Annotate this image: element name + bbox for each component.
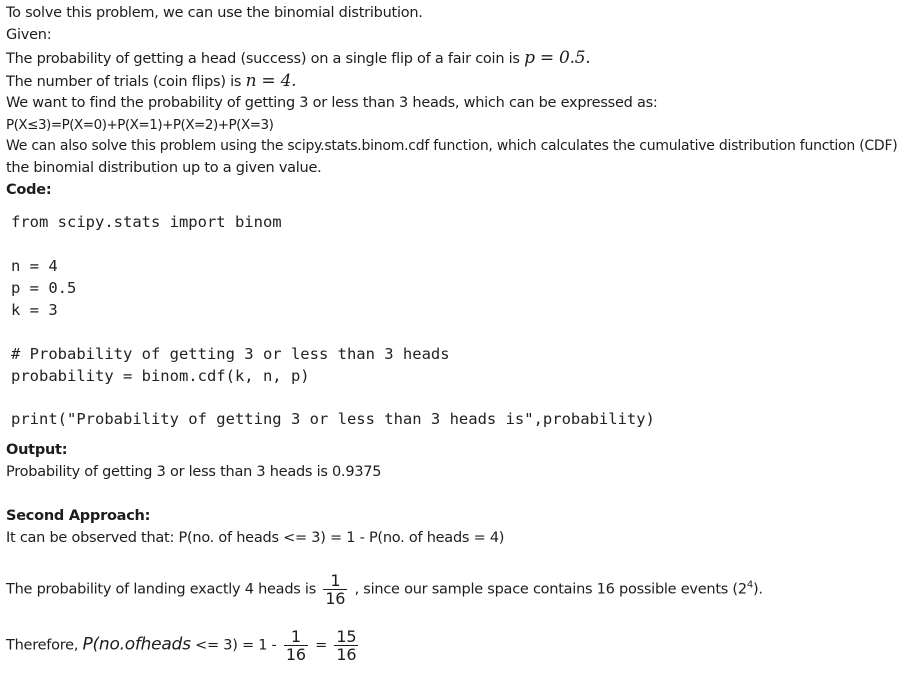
trials-text: The number of trials (coin flips) is [6, 74, 242, 90]
intro-text: To solve this problem, we can use the bi… [6, 5, 423, 21]
fraction-numerator: 15 [334, 627, 359, 646]
therefore-label: Therefore, [6, 637, 79, 654]
therefore-statement: Therefore, P(no.ofheads <= 3) = 1 - 1 16… [6, 628, 361, 663]
trials-math: n = 4. [245, 71, 297, 91]
therefore-math: P(no.ofheads [82, 634, 191, 655]
code-line: print("Probability of getting 3 or less … [11, 410, 655, 428]
exact-probability-text: The probability of landing exactly 4 hea… [6, 581, 317, 598]
code-line: from scipy.stats import binom [11, 213, 282, 231]
fraction-numerator: 1 [283, 628, 308, 646]
therefore-inequality: <= 3) = 1 - [195, 637, 277, 654]
code-line: p = 0.5 [11, 279, 77, 297]
fraction-denominator: 16 [285, 645, 306, 664]
code-line: k = 3 [11, 301, 58, 319]
observation-text: It can be observed that: P(no. of heads … [6, 530, 505, 546]
exact-probability-statement: The probability of landing exactly 4 hea… [6, 572, 763, 607]
output-value: Probability of getting 3 or less than 3 … [6, 464, 382, 480]
sample-space-text: , since our sample space contains 16 pos… [354, 581, 747, 598]
scipy-text-line2: the binomial distribution up to a given … [6, 160, 322, 176]
probability-math: p = 0.5. [524, 48, 591, 68]
fraction-one-sixteenth: 1 16 [323, 572, 348, 608]
probability-text: The probability of getting a head (succe… [6, 51, 520, 67]
output-heading: Output: [6, 442, 68, 458]
sample-space-end: ). [752, 581, 763, 598]
probability-statement: The probability of getting a head (succe… [6, 48, 591, 68]
fraction-one-sixteenth: 1 16 [283, 628, 308, 664]
code-line: n = 4 [11, 257, 58, 275]
fraction-numerator: 1 [323, 572, 348, 590]
code-line: probability = binom.cdf(k, n, p) [11, 367, 310, 385]
fraction-denominator: 16 [325, 589, 346, 608]
code-comment-line: # Probability of getting 3 or less than … [11, 345, 450, 363]
solution-document: To solve this problem, we can use the bi… [0, 0, 900, 675]
goal-text: We want to find the probability of getti… [6, 95, 658, 111]
cumulative-formula: P(X≤3)=P(X=0)+P(X=1)+P(X=2)+P(X=3) [6, 117, 274, 133]
scipy-text-line1: We can also solve this problem using the… [6, 138, 900, 154]
equals-sign: = [315, 637, 328, 654]
given-label: Given: [6, 27, 52, 43]
trials-statement: The number of trials (coin flips) is n =… [6, 71, 297, 91]
second-approach-heading: Second Approach: [6, 508, 151, 524]
code-heading: Code: [6, 182, 52, 198]
fraction-denominator: 16 [336, 645, 357, 664]
fraction-fifteen-sixteenths: 15 16 [334, 627, 359, 664]
